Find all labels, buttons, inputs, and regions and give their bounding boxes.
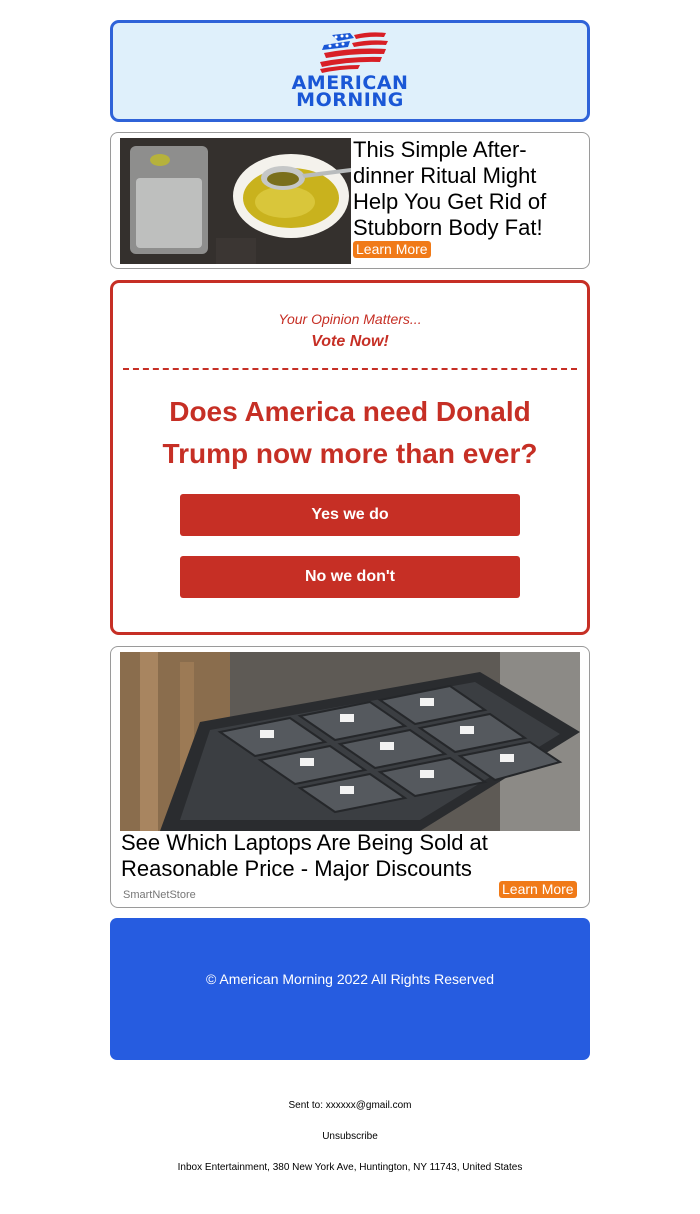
ad-source: SmartNetStore bbox=[123, 889, 196, 901]
opinion-poll: Your Opinion Matters... Vote Now! Does A… bbox=[110, 280, 590, 635]
poll-question: Does America need Donald Trump now more … bbox=[162, 396, 538, 469]
copyright-text: © American Morning 2022 All Rights Reser… bbox=[205, 971, 495, 987]
sponsored-ad-body-fat[interactable]: This Simple After-dinner Ritual Might He… bbox=[110, 132, 590, 269]
poll-tagline: Your Opinion Matters... bbox=[278, 311, 422, 327]
ad-headline[interactable]: See Which Laptops Are Being Sold at Reas… bbox=[121, 830, 561, 882]
vote-no-button[interactable]: No we don't bbox=[180, 556, 520, 598]
american-morning-logo[interactable]: AMERICAN MORNING bbox=[113, 29, 587, 111]
sponsored-ad-laptops[interactable]: See Which Laptops Are Being Sold at Reas… bbox=[110, 646, 590, 908]
learn-more-button[interactable]: Learn More bbox=[353, 241, 431, 258]
ad-headline[interactable]: This Simple After-dinner Ritual Might He… bbox=[353, 137, 583, 241]
dashed-divider bbox=[123, 368, 577, 370]
logo-line-morning: MORNING bbox=[296, 89, 404, 111]
footer-banner: © American Morning 2022 All Rights Reser… bbox=[110, 918, 590, 1060]
vote-yes-button[interactable]: Yes we do bbox=[180, 494, 520, 536]
newsletter-header: AMERICAN MORNING bbox=[110, 20, 590, 122]
flag-brush-icon bbox=[320, 32, 388, 73]
olive-oil-spoon-image[interactable] bbox=[120, 138, 351, 264]
poll-vote-label: Vote Now! bbox=[311, 333, 389, 350]
learn-more-button[interactable]: Learn More bbox=[499, 881, 577, 898]
laptops-stack-image[interactable] bbox=[120, 652, 580, 831]
postal-address: Inbox Entertainment, 380 New York Ave, H… bbox=[177, 1162, 523, 1173]
sent-to-text: Sent to: xxxxxx@gmail.com bbox=[288, 1100, 412, 1111]
unsubscribe-link[interactable]: Unsubscribe bbox=[0, 1131, 700, 1142]
